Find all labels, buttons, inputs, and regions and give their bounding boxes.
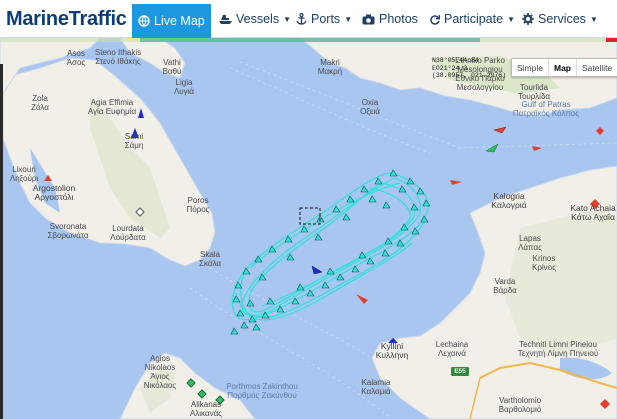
nav-participate[interactable]: Participate ▼ bbox=[423, 4, 521, 34]
map-type-map[interactable]: Map bbox=[547, 59, 577, 76]
nav-vessels-label: Vessels bbox=[236, 12, 280, 26]
nav-vessels[interactable]: Vessels ▼ bbox=[213, 4, 297, 34]
chevron-down-icon: ▼ bbox=[344, 14, 353, 24]
coord-line: N38°05.44.84 bbox=[432, 57, 479, 64]
label-lechaina: Lechaina Λεχαινά bbox=[435, 340, 469, 358]
label-lourdata: Lourdata Λούρδατα bbox=[110, 224, 146, 242]
label-zola: Zola Ζόλα bbox=[31, 94, 49, 112]
nav-services[interactable]: Services ▼ bbox=[516, 4, 604, 34]
label-agiosnikolaos: Agios Nikolaos Άγιος Νικόλαος bbox=[143, 354, 177, 390]
nav-live-map-label: Live Map bbox=[154, 14, 205, 28]
nav-participate-label: Participate bbox=[444, 12, 504, 26]
live-map[interactable]: Steno Ithakis Στενό Ιθάκης Asos Άσος Vat… bbox=[0, 38, 617, 419]
label-lixouri: Lixouri Ληξούρι bbox=[9, 165, 39, 183]
nav-services-label: Services bbox=[538, 12, 586, 26]
label-gulfpatras: Gulf of Patras Πατραϊκός Κόλπος bbox=[512, 100, 580, 118]
label-tourlida: Tourlida Τουρλίδα bbox=[517, 83, 551, 101]
map-type-simple[interactable]: Simple bbox=[512, 59, 548, 76]
nav-ports[interactable]: Ports ▼ bbox=[290, 4, 358, 34]
map-top-green bbox=[140, 38, 480, 42]
label-krinos: Krinos Κρίνος bbox=[532, 254, 556, 272]
label-svoronata: Svoronata Σβορωνάτα bbox=[47, 222, 89, 240]
chevron-down-icon: ▼ bbox=[507, 14, 515, 24]
nav-photos-label: Photos bbox=[379, 12, 418, 26]
cursor-coordinates: N38°05.44.84 E021°24.3 (38.0957, 021.297… bbox=[432, 57, 506, 80]
label-skala: Skala Σκάλα bbox=[199, 250, 221, 268]
label-porthmos: Porthmos Zakinthou Πορθμός Ζακύνθου bbox=[226, 382, 298, 400]
label-oxia: Oxia Οξειά bbox=[360, 98, 380, 116]
gear-icon bbox=[522, 13, 534, 25]
label-lapas: Lapas Λάπας bbox=[518, 234, 542, 252]
label-argostolion: Argostolion Αργοστόλι bbox=[32, 183, 76, 202]
label-varda: Varda Βάρδα bbox=[493, 277, 517, 295]
map-type-control: Simple Map Satellite bbox=[511, 58, 617, 77]
label-agiaeffimia: Agia Effimia Αγία Ευφημία bbox=[87, 98, 137, 116]
nav-photos[interactable]: Photos bbox=[356, 4, 424, 34]
label-vartholomio: Vartholomio Βαρθολομιό bbox=[498, 396, 542, 414]
left-edge-bar bbox=[0, 64, 3, 419]
label-katoachaia: Kato Achaia Κάτω Αχαΐα bbox=[570, 203, 616, 222]
coord-line: (38.0957, 021.2976) bbox=[432, 72, 507, 79]
anchor-icon bbox=[296, 13, 307, 25]
label-alikanas: Alikanas Αλικανάς bbox=[189, 400, 223, 418]
label-technitilimni: Technitì Limni Pineiou Τεχνητή Λίμνη Πην… bbox=[517, 340, 599, 358]
label-vathi: Vathi Βαθύ bbox=[162, 58, 182, 76]
camera-icon bbox=[362, 14, 375, 24]
coord-line: E021°24.3 bbox=[432, 64, 468, 72]
label-stenoithakis: Steno Ithakis Στενό Ιθάκης bbox=[94, 48, 142, 66]
chevron-down-icon: ▼ bbox=[589, 14, 598, 24]
nav-live-map[interactable]: Live Map bbox=[132, 4, 211, 38]
flag-red bbox=[606, 38, 617, 42]
label-kalogria: Kalogria Καλογριά bbox=[491, 191, 527, 210]
label-asos: Asos Άσος bbox=[66, 49, 86, 67]
label-kalamia: Kalamia Καλαμιά bbox=[361, 378, 391, 396]
top-navigation-bar: MarineTraffic Live Map Vessels ▼ Ports ▼… bbox=[0, 0, 617, 38]
ship-icon bbox=[219, 14, 232, 24]
nav-ports-label: Ports bbox=[311, 12, 341, 26]
label-kyllini: Kyllini Κυλλήνη bbox=[375, 341, 409, 360]
label-sami: Sami Σάμη bbox=[124, 132, 144, 150]
label-poros: Poros Πόρος bbox=[186, 196, 210, 214]
refresh-icon bbox=[430, 14, 440, 25]
label-road-e55: E55 bbox=[454, 368, 466, 375]
marinetraffic-logo[interactable]: MarineTraffic bbox=[6, 8, 127, 31]
map-type-satellite[interactable]: Satellite bbox=[577, 59, 617, 76]
globe-icon bbox=[138, 15, 150, 27]
label-ligia: Ligia Λυγιά bbox=[173, 78, 195, 96]
label-makri: Makri Μακρή bbox=[317, 58, 343, 76]
